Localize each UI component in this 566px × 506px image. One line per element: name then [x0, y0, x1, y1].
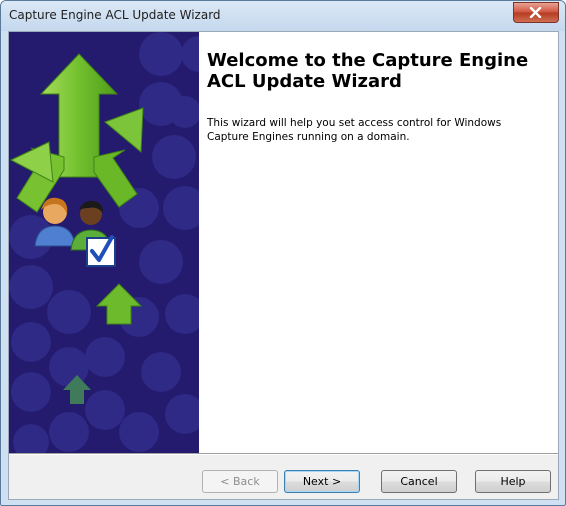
button-separator: [9, 453, 558, 455]
close-button[interactable]: [513, 2, 559, 23]
page-title: Welcome to the Capture Engine ACL Update…: [207, 50, 529, 92]
title-bar[interactable]: Capture Engine ACL Update Wizard: [1, 1, 565, 31]
users-check-icon: [34, 197, 116, 267]
close-icon: [529, 7, 542, 18]
wizard-banner: [9, 32, 199, 453]
cancel-button[interactable]: Cancel: [381, 470, 457, 493]
wizard-page: Welcome to the Capture Engine ACL Update…: [9, 32, 558, 453]
banner-graphic: [9, 32, 199, 453]
help-button[interactable]: Help: [475, 470, 551, 493]
window-title: Capture Engine ACL Update Wizard: [9, 8, 221, 22]
back-button[interactable]: < Back: [202, 470, 278, 493]
wizard-window: Capture Engine ACL Update Wizard Welcome…: [0, 0, 566, 506]
wizard-client-area: Welcome to the Capture Engine ACL Update…: [8, 31, 559, 500]
next-button[interactable]: Next >: [284, 470, 360, 493]
page-description: This wizard will help you set access con…: [207, 117, 502, 143]
